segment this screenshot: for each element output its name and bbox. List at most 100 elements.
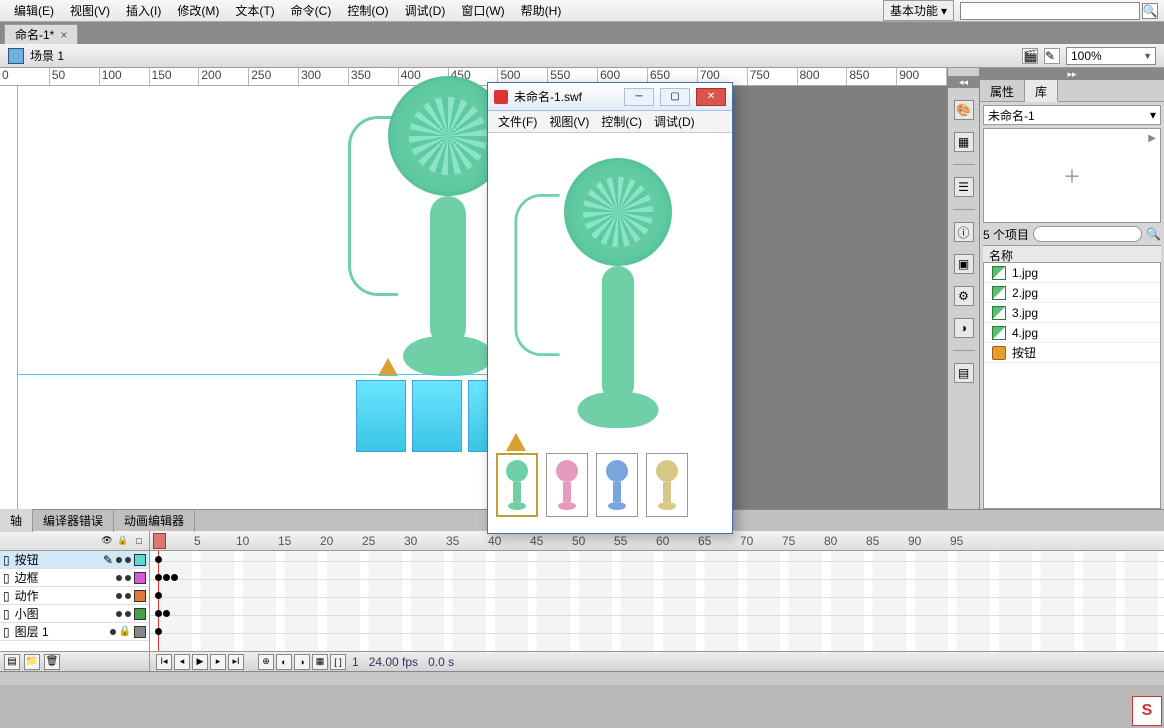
onion-skin-button[interactable]: ◐ xyxy=(276,654,292,670)
tab-library[interactable]: 库 xyxy=(1025,80,1058,102)
keyframe[interactable] xyxy=(155,628,162,635)
keyframe[interactable] xyxy=(155,574,162,581)
layer-row[interactable]: ▯小图 xyxy=(0,605,149,623)
next-frame-button[interactable]: ▸ xyxy=(210,654,226,670)
library-item[interactable]: 3.jpg xyxy=(984,303,1160,323)
onion-markers-button[interactable]: [ ] xyxy=(330,654,346,670)
edit-symbol-icon[interactable]: ✎ xyxy=(1044,48,1060,64)
close-tab-icon[interactable]: × xyxy=(60,28,67,42)
tab-compiler-errors[interactable]: 编译器错误 xyxy=(33,509,114,532)
search-input[interactable] xyxy=(960,2,1140,20)
tab-properties[interactable]: 属性 xyxy=(980,80,1025,101)
menu-commands[interactable]: 命令(C) xyxy=(283,2,340,19)
library-item[interactable]: 1.jpg xyxy=(984,263,1160,283)
document-tab[interactable]: 命名-1* × xyxy=(4,24,78,44)
transform-panel-icon[interactable]: ▣ xyxy=(954,254,974,274)
layer-row[interactable]: ▯边框 xyxy=(0,569,149,587)
info-panel-icon[interactable]: ⓘ xyxy=(954,222,974,242)
thumb-button[interactable] xyxy=(596,453,638,517)
first-frame-button[interactable]: I◂ xyxy=(156,654,172,670)
thumb-button[interactable] xyxy=(496,453,538,517)
library-item[interactable]: 2.jpg xyxy=(984,283,1160,303)
library-search-input[interactable] xyxy=(1033,226,1142,242)
keyframe[interactable] xyxy=(155,610,162,617)
zoom-dropdown[interactable]: 100%▼ xyxy=(1066,47,1156,65)
thumb-button[interactable] xyxy=(546,453,588,517)
new-folder-button[interactable]: 📁 xyxy=(24,654,40,670)
behaviors-icon[interactable]: ◑ xyxy=(954,318,974,338)
eye-column-icon[interactable]: 👁 xyxy=(101,535,113,547)
keyframe[interactable] xyxy=(155,556,162,563)
edit-multi-button[interactable]: ▦ xyxy=(312,654,328,670)
tab-motion-editor[interactable]: 动画编辑器 xyxy=(114,509,195,532)
current-frame[interactable]: 1 xyxy=(352,655,359,669)
menu-insert[interactable]: 插入(I) xyxy=(118,2,169,19)
components-icon[interactable]: ⚙ xyxy=(954,286,974,306)
menu-view[interactable]: 视图(V) xyxy=(62,2,118,19)
sogou-ime-icon[interactable]: S xyxy=(1132,696,1162,726)
playhead[interactable] xyxy=(158,551,159,651)
stage-thumb[interactable] xyxy=(412,380,462,452)
scene-name[interactable]: 场景 1 xyxy=(30,47,64,64)
minimize-button[interactable]: ─ xyxy=(624,88,654,106)
collapse-icon[interactable]: ▸▸ xyxy=(980,68,1164,80)
lock-icon[interactable]: 🔒 xyxy=(119,626,131,637)
new-layer-button[interactable]: ▤ xyxy=(4,654,20,670)
layer-row[interactable]: ▯动作 xyxy=(0,587,149,605)
prev-frame-button[interactable]: ◂ xyxy=(174,654,190,670)
swf-menu-file[interactable]: 文件(F) xyxy=(492,113,543,130)
onion-outline-button[interactable]: ◑ xyxy=(294,654,310,670)
outline-column-icon[interactable]: □ xyxy=(133,535,145,547)
stage-area[interactable]: 0501001502002503003504004505005506006507… xyxy=(0,68,947,509)
close-button[interactable]: ✕ xyxy=(696,88,726,106)
menu-window[interactable]: 窗口(W) xyxy=(453,2,512,19)
maximize-button[interactable]: ▢ xyxy=(660,88,690,106)
library-item[interactable]: 4.jpg xyxy=(984,323,1160,343)
layer-row[interactable]: ▯按钮✎ xyxy=(0,551,149,569)
search-icon[interactable]: 🔍 xyxy=(1146,227,1161,241)
color-panel-icon[interactable]: 🎨 xyxy=(954,100,974,120)
stage-thumb[interactable] xyxy=(356,380,406,452)
workspace-dropdown[interactable]: 基本功能▾ xyxy=(883,0,954,21)
swf-menu-debug[interactable]: 调试(D) xyxy=(648,113,701,130)
swf-menu-control[interactable]: 控制(C) xyxy=(595,113,648,130)
preview-play-icon[interactable]: ▶ xyxy=(1148,133,1156,144)
fps-display[interactable]: 24.00 fps xyxy=(369,655,418,669)
search-icon[interactable]: 🔍 xyxy=(1142,3,1158,19)
keyframe[interactable] xyxy=(163,610,170,617)
menu-help[interactable]: 帮助(H) xyxy=(513,2,570,19)
right-dock-icons: ◂◂ 🎨 ▦ ☰ ⓘ ▣ ⚙ ◑ ▤ xyxy=(947,68,979,509)
keyframe[interactable] xyxy=(155,592,162,599)
swatches-panel-icon[interactable]: ▦ xyxy=(954,132,974,152)
center-frame-button[interactable]: ⊕ xyxy=(258,654,274,670)
swf-thumbnails xyxy=(496,453,688,517)
history-panel-icon[interactable]: ▤ xyxy=(954,363,974,383)
swf-menu-view[interactable]: 视图(V) xyxy=(543,113,595,130)
edit-scene-icon[interactable]: 🎬 xyxy=(1022,48,1038,64)
menu-modify[interactable]: 修改(M) xyxy=(169,2,227,19)
align-panel-icon[interactable]: ☰ xyxy=(954,177,974,197)
delete-layer-button[interactable]: 🗑 xyxy=(44,654,60,670)
last-frame-button[interactable]: ▸I xyxy=(228,654,244,670)
thumb-button[interactable] xyxy=(646,453,688,517)
menu-edit[interactable]: 编辑(E) xyxy=(6,2,62,19)
stage-thumb[interactable] xyxy=(468,380,488,452)
library-item[interactable]: 按钮 xyxy=(984,343,1160,363)
play-button[interactable]: ▶ xyxy=(192,654,208,670)
swf-preview-window[interactable]: 未命名-1.swf ─ ▢ ✕ 文件(F) 视图(V) 控制(C) 调试(D) xyxy=(487,82,733,534)
menu-debug[interactable]: 调试(D) xyxy=(397,2,454,19)
tab-timeline[interactable]: 轴 xyxy=(0,509,33,532)
library-column-name[interactable]: 名称 xyxy=(983,245,1161,263)
swf-stage[interactable] xyxy=(488,133,732,533)
keyframe[interactable] xyxy=(163,574,170,581)
menu-text[interactable]: 文本(T) xyxy=(227,2,282,19)
lock-column-icon[interactable]: 🔒 xyxy=(117,535,129,547)
collapse-icon[interactable]: ◂◂ xyxy=(948,76,979,88)
library-doc-dropdown[interactable]: 未命名-1▾ xyxy=(983,105,1161,125)
layer-row[interactable]: ▯图层 1🔒 xyxy=(0,623,149,641)
keyframe[interactable] xyxy=(171,574,178,581)
frames-area[interactable] xyxy=(150,551,1164,651)
swf-titlebar[interactable]: 未命名-1.swf ─ ▢ ✕ xyxy=(488,83,732,111)
frame-ruler[interactable]: 15101520253035404550556065707580859095 xyxy=(150,534,1164,548)
menu-control[interactable]: 控制(O) xyxy=(339,2,396,19)
